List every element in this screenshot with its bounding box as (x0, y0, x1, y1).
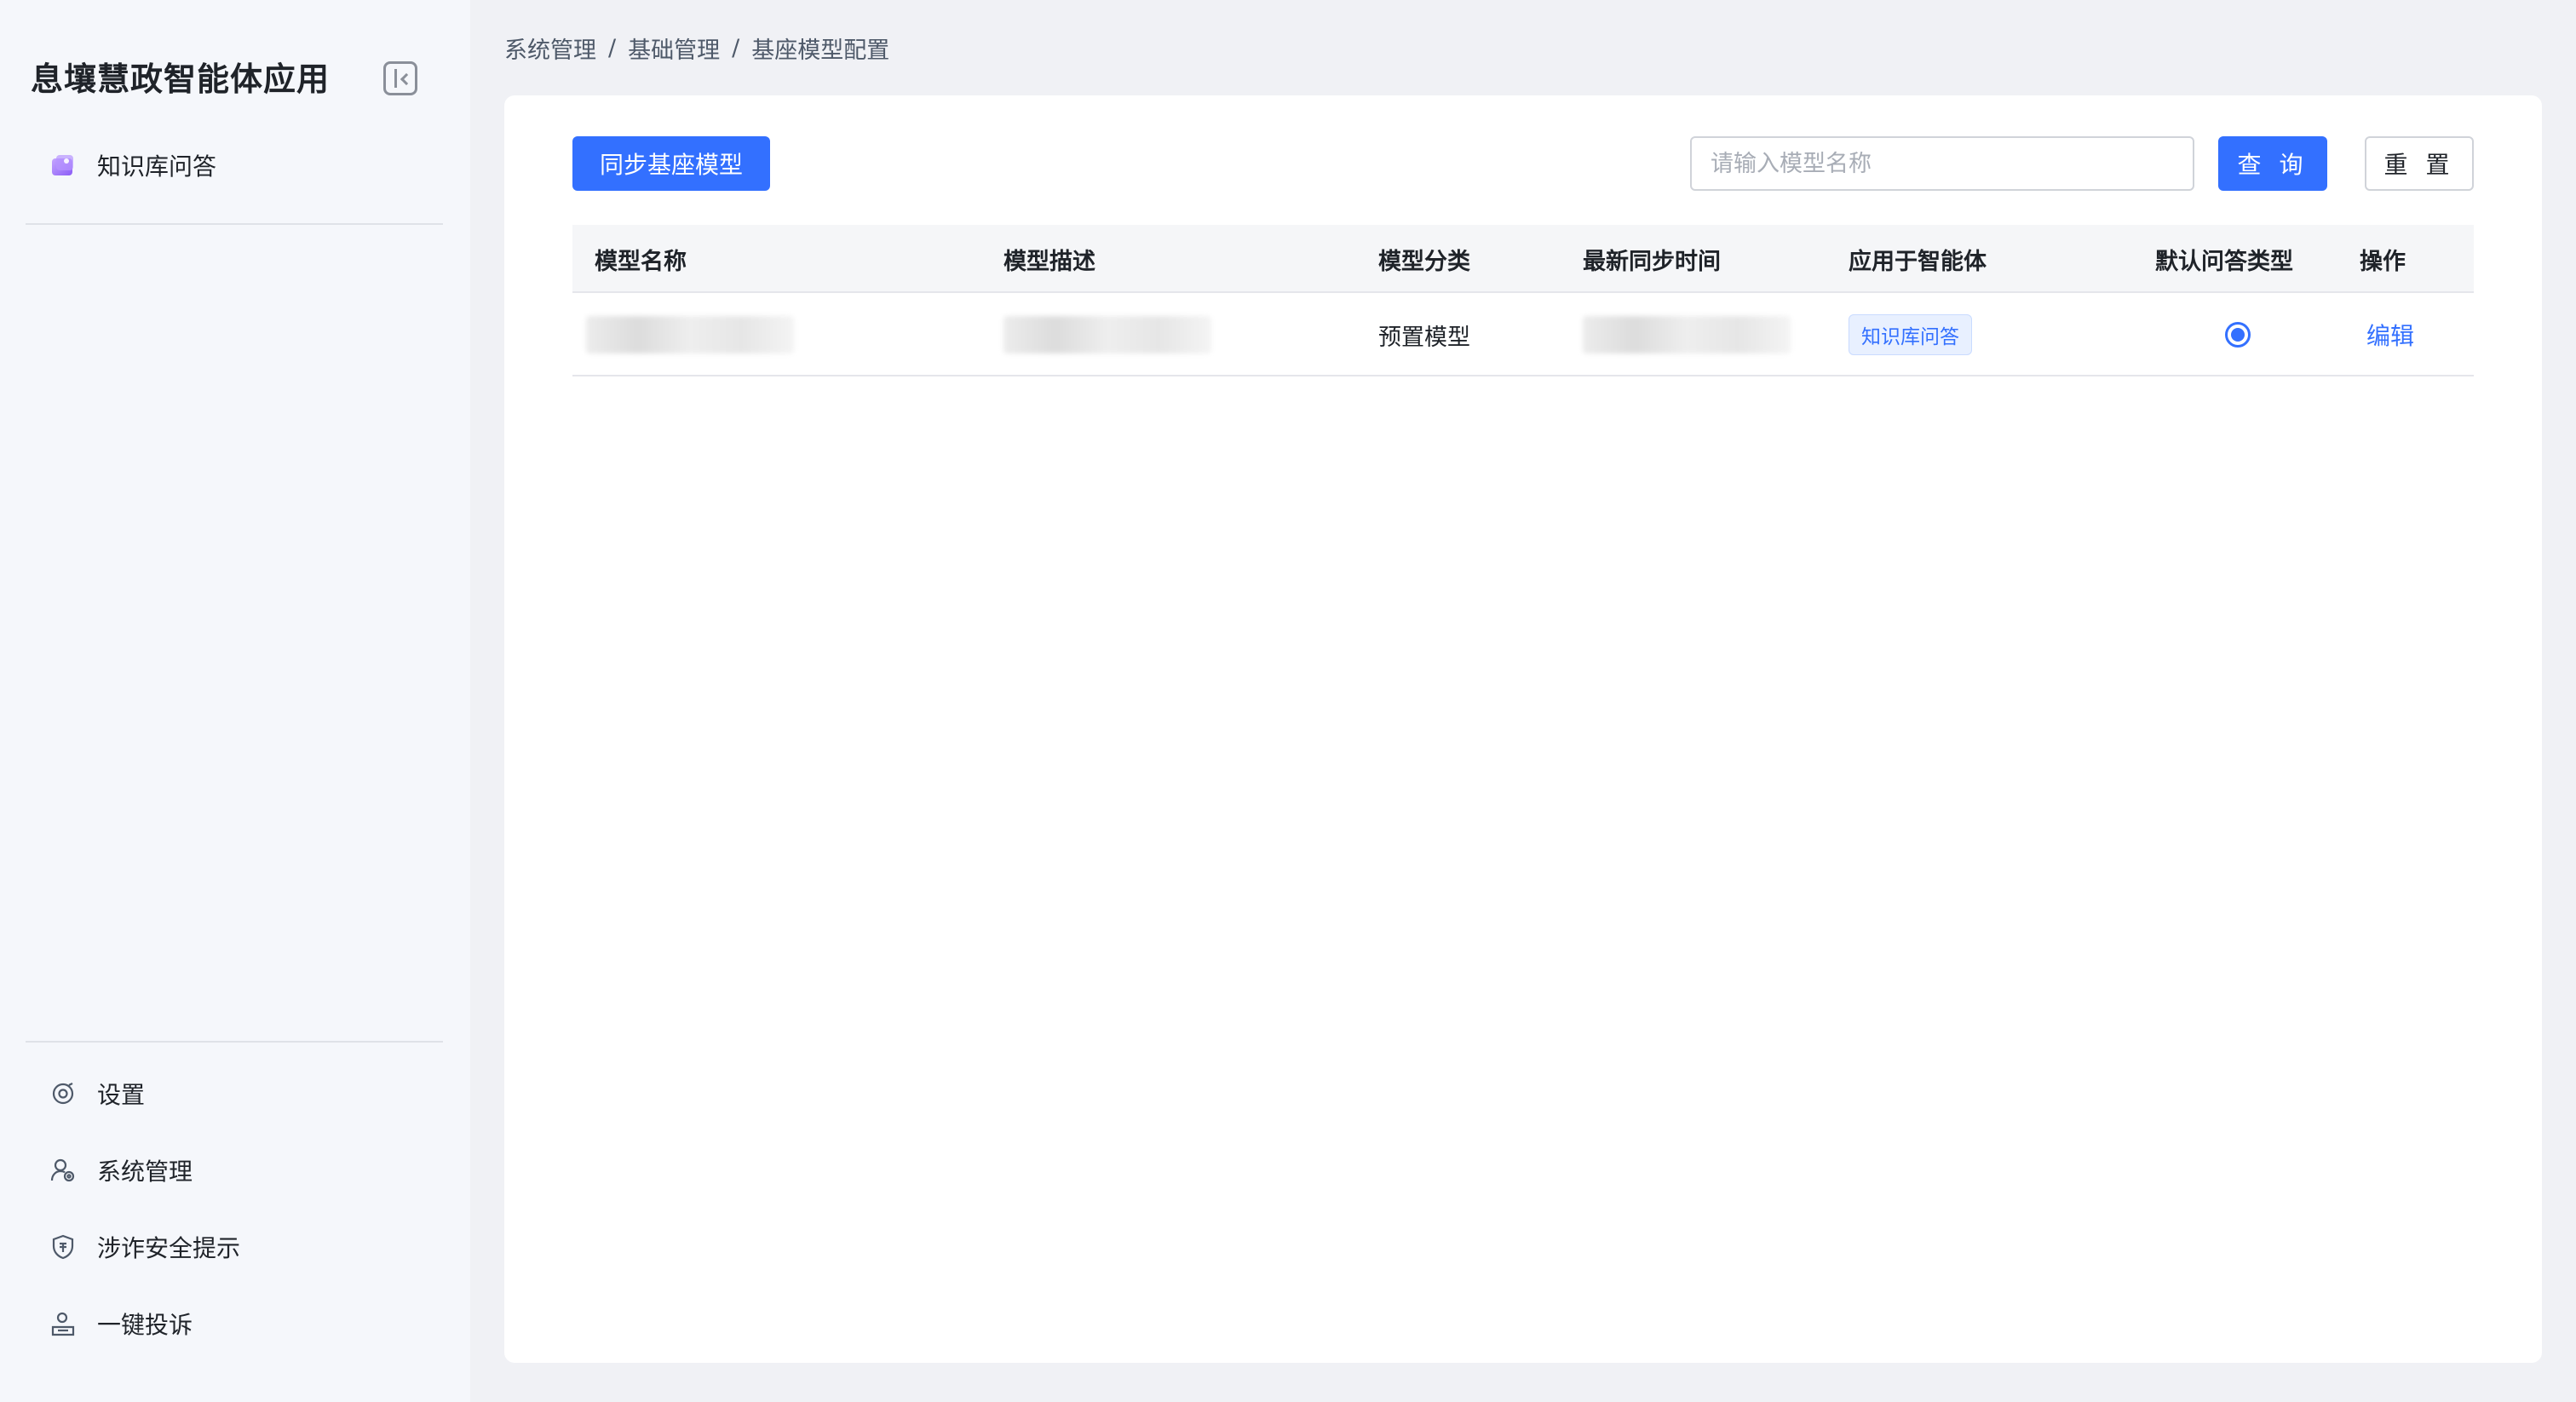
sync-base-model-button[interactable]: 同步基座模型 (572, 136, 770, 191)
app-title: 息壤慧政智能体应用 (31, 60, 331, 98)
sidebar-item-fraud-safety[interactable]: 涉诈安全提示 (26, 1220, 443, 1274)
redacted-model-name (586, 316, 794, 353)
edit-link[interactable]: 编辑 (2366, 318, 2414, 352)
redacted-sync-time (1583, 316, 1791, 353)
sidebar-item-knowledge-qa[interactable]: 知识库问答 (26, 138, 443, 192)
user-settings-icon (46, 1153, 80, 1187)
column-header-default-qa-type: 默认问答类型 (2155, 248, 2293, 275)
sidebar-divider-top (26, 223, 443, 225)
sidebar-item-label: 知识库问答 (97, 152, 217, 181)
model-table: 模型名称 模型描述 模型分类 最新同步时间 应用于智能体 默认问答类型 操作 预… (572, 225, 2474, 376)
cell-model-name (586, 293, 794, 376)
cell-model-description (1003, 293, 1211, 376)
column-header-applied-agent: 应用于智能体 (1849, 248, 1987, 275)
cell-applied-agent: 知识库问答 (1849, 293, 1972, 376)
sidebar-item-label: 系统管理 (97, 1158, 193, 1186)
column-header-last-sync-time: 最新同步时间 (1583, 248, 1721, 275)
sidebar-item-complaint[interactable]: 一键投诉 (26, 1296, 443, 1351)
sidebar: 息壤慧政智能体应用 知识库问答 设置 系统管理 涉诈安全提示 一键投诉 (0, 0, 470, 1402)
query-button[interactable]: 查 询 (2218, 136, 2327, 191)
table-row: 预置模型 知识库问答 编辑 (572, 293, 2474, 376)
chevron-left-icon (400, 72, 413, 86)
column-header-model-name: 模型名称 (595, 248, 687, 275)
collapse-sidebar-button[interactable] (383, 61, 417, 95)
cell-model-category: 预置模型 (1378, 324, 1470, 351)
reset-button[interactable]: 重 置 (2365, 136, 2474, 191)
cell-last-sync-time (1583, 293, 1791, 376)
table-header: 模型名称 模型描述 模型分类 最新同步时间 应用于智能体 默认问答类型 操作 (572, 225, 2474, 293)
breadcrumb-separator: / (732, 34, 740, 61)
breadcrumb-item-current: 基座模型配置 (751, 37, 890, 64)
sidebar-item-settings[interactable]: 设置 (26, 1066, 443, 1121)
column-header-model-description: 模型描述 (1003, 248, 1095, 275)
app-root: 息壤慧政智能体应用 知识库问答 设置 系统管理 涉诈安全提示 一键投诉 系统管理… (0, 0, 2576, 1402)
shield-alert-icon (46, 1230, 80, 1264)
model-name-search-input[interactable] (1690, 136, 2194, 191)
sidebar-item-label: 一键投诉 (97, 1311, 193, 1339)
breadcrumb: 系统管理 / 基础管理 / 基座模型配置 (504, 32, 890, 65)
complaint-icon (46, 1307, 80, 1341)
breadcrumb-separator: / (608, 34, 617, 61)
agent-tag: 知识库问答 (1849, 314, 1972, 355)
main-panel: 同步基座模型 查 询 重 置 模型名称 模型描述 模型分类 最新同步时间 应用于… (504, 95, 2542, 1363)
breadcrumb-item-basic[interactable]: 基础管理 (628, 32, 720, 65)
sidebar-divider-bottom (26, 1041, 443, 1043)
sidebar-item-label: 设置 (97, 1081, 146, 1109)
radio-selected-dot (2231, 328, 2245, 342)
knowledge-base-icon (46, 148, 80, 182)
sidebar-item-label: 涉诈安全提示 (97, 1234, 241, 1262)
column-header-model-category: 模型分类 (1378, 248, 1470, 275)
cell-actions: 编辑 (2366, 293, 2414, 376)
breadcrumb-item-system[interactable]: 系统管理 (504, 32, 596, 65)
cell-default-qa-type (2225, 293, 2251, 376)
redacted-model-description (1003, 316, 1211, 353)
column-header-actions: 操作 (2360, 248, 2406, 275)
default-type-radio[interactable] (2225, 322, 2251, 348)
sidebar-item-system-management[interactable]: 系统管理 (26, 1143, 443, 1198)
settings-icon (46, 1077, 80, 1111)
